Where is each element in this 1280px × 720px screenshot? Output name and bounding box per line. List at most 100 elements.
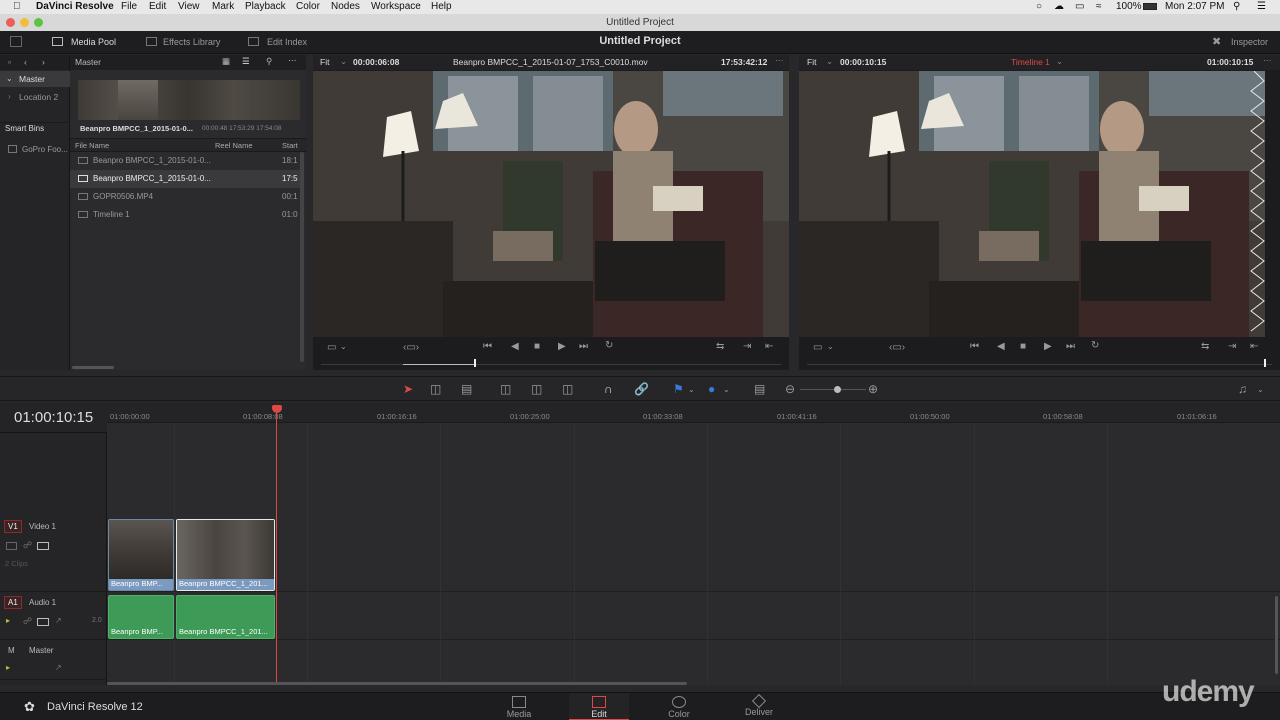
video-track-toggle-icon[interactable]	[6, 542, 17, 550]
mark-out-icon[interactable]: ⇤	[765, 341, 773, 352]
media-pool-row-selected[interactable]: Beanpro BMPCC_1_2015-01-0... 17:5	[70, 170, 302, 188]
video-track-lane[interactable]	[107, 518, 1280, 592]
stop-icon[interactable]: ■	[534, 341, 540, 352]
timeline-vertical-scrollbar[interactable]	[1275, 596, 1278, 674]
chevron-down-icon[interactable]: ⌄	[826, 56, 833, 67]
play-icon[interactable]: ▶	[1044, 341, 1052, 352]
source-zoom-fit[interactable]: Fit	[320, 57, 329, 67]
selection-tool-icon[interactable]: ➤	[403, 382, 413, 396]
timeline-playhead-line[interactable]	[276, 411, 277, 685]
menu-color[interactable]: Color	[296, 1, 320, 12]
chevron-down-icon[interactable]: ⌄	[1056, 56, 1063, 67]
battery-percent[interactable]: 100%	[1116, 1, 1142, 12]
play-reverse-icon[interactable]: ◀	[997, 341, 1005, 352]
chevron-down-icon[interactable]: ⌄	[688, 385, 695, 394]
audio-meter-icon[interactable]: ♫	[1238, 382, 1247, 396]
lock-icon[interactable]: ☍	[23, 540, 32, 551]
go-to-first-frame-icon[interactable]: ⏮	[970, 341, 979, 352]
clip-preview-filmstrip[interactable]	[78, 80, 300, 120]
speaker-icon[interactable]: ▸	[6, 663, 10, 672]
disclosure-icon[interactable]: ⌄	[6, 74, 13, 83]
audio-clip[interactable]: Beanpro BMPCC_1_201...	[176, 595, 275, 639]
zoom-out-icon[interactable]: ⊖	[785, 382, 795, 396]
more-options-icon[interactable]: ⋯	[1263, 55, 1272, 66]
source-playhead[interactable]	[474, 359, 476, 367]
auto-select-icon[interactable]	[37, 542, 49, 550]
replace-clip-icon[interactable]: ◫	[562, 382, 573, 396]
page-color[interactable]: Color	[649, 693, 709, 720]
page-edit-active[interactable]: Edit	[569, 693, 629, 720]
bin-location[interactable]: › Location 2	[0, 89, 70, 105]
chevron-down-icon[interactable]: ⌄	[723, 385, 730, 394]
track-tag-v1[interactable]: V1	[4, 520, 22, 533]
effects-library-tab[interactable]: Effects Library	[163, 37, 220, 47]
video-clip[interactable]: Beanpro BMP...	[108, 519, 174, 591]
inspector-tab[interactable]: Inspector	[1231, 37, 1268, 47]
timeline-zoom-fit[interactable]: Fit	[807, 57, 816, 67]
edit-index-icon[interactable]	[248, 37, 259, 46]
horizontal-scrollbar[interactable]	[72, 366, 114, 369]
trim-tool-icon[interactable]: ◫	[430, 382, 441, 396]
search-icon[interactable]: ⚲	[266, 56, 272, 67]
inspector-icon[interactable]: ✖	[1212, 35, 1221, 48]
timeline-view-options-icon[interactable]: ▤	[754, 382, 765, 396]
battery-icon[interactable]	[1143, 3, 1157, 10]
audio-track-lane[interactable]	[107, 594, 1280, 640]
timeline-current-timecode[interactable]: 01:00:10:15	[14, 409, 93, 426]
menu-mark[interactable]: Mark	[212, 1, 234, 12]
timeline-horizontal-scrollbar[interactable]	[107, 682, 687, 685]
stop-icon[interactable]: ■	[1020, 341, 1026, 352]
waveform-icon[interactable]: ↗	[55, 616, 62, 625]
video-clip-selected[interactable]: Beanpro BMPCC_1_201...	[176, 519, 275, 591]
menu-nodes[interactable]: Nodes	[331, 1, 360, 12]
page-media[interactable]: Media	[489, 693, 549, 720]
apple-icon[interactable]: 	[13, 1, 21, 12]
menu-edit[interactable]: Edit	[149, 1, 166, 12]
menu-help[interactable]: Help	[431, 1, 452, 12]
list-view-icon[interactable]: ☰	[242, 56, 250, 67]
source-video-frame[interactable]	[313, 71, 789, 337]
disclosure-icon[interactable]: ›	[8, 92, 11, 101]
play-icon[interactable]: ▶	[558, 341, 566, 352]
speaker-icon[interactable]: ▸	[6, 616, 10, 625]
panel-toggle-icon[interactable]	[10, 36, 22, 47]
page-deliver[interactable]: Deliver	[729, 693, 789, 720]
timeline-video-frame[interactable]	[799, 71, 1280, 337]
smart-bin-gopro[interactable]: GoPro Foo...	[0, 142, 70, 158]
match-frame-icon[interactable]: ⇆	[716, 341, 724, 352]
jog-icon[interactable]: ‹▭›	[403, 342, 419, 353]
go-to-first-frame-icon[interactable]: ⏮	[483, 341, 492, 352]
zoom-in-icon[interactable]: ⊕	[868, 382, 878, 396]
source-scrub-bar[interactable]	[321, 364, 781, 365]
edit-index-tab[interactable]: Edit Index	[267, 37, 307, 47]
timeline-name-selector[interactable]: Timeline 1	[1011, 57, 1050, 67]
airplay-icon[interactable]: ▭	[1075, 1, 1084, 12]
chevron-down-icon[interactable]: ⌄	[340, 342, 347, 351]
more-options-icon[interactable]: ⋯	[288, 55, 297, 66]
media-pool-row[interactable]: GOPR0506.MP4 00:1	[70, 188, 302, 206]
search-icon[interactable]: ⚲	[1233, 1, 1240, 12]
column-file-name[interactable]: File Name	[75, 141, 109, 150]
blade-tool-icon[interactable]: ▤	[461, 382, 472, 396]
chevron-down-icon[interactable]: ⌄	[827, 342, 834, 351]
jog-icon[interactable]: ‹▭›	[889, 342, 905, 353]
column-reel-name[interactable]: Reel Name	[215, 141, 253, 150]
menu-playback[interactable]: Playback	[245, 1, 286, 12]
mark-in-icon[interactable]: ⇥	[1228, 341, 1236, 352]
zoom-slider-track[interactable]	[800, 389, 866, 390]
notification-center-icon[interactable]: ☰	[1257, 1, 1266, 12]
timeline-area[interactable]: 01:00:00:00 01:00:08:08 01:00:16:16 01:0…	[107, 403, 1280, 685]
back-arrow-icon[interactable]: ‹	[24, 57, 27, 67]
snapping-icon[interactable]: ∩	[604, 382, 613, 396]
insert-clip-icon[interactable]: ◫	[500, 382, 511, 396]
wifi-icon[interactable]: ≈	[1096, 1, 1102, 12]
effects-library-icon[interactable]	[146, 37, 157, 46]
column-start[interactable]: Start	[282, 141, 298, 150]
viewer-options-icon[interactable]: ▭	[813, 342, 822, 353]
menu-clock[interactable]: Mon 2:07 PM	[1165, 1, 1224, 12]
link-icon[interactable]: 🔗	[634, 382, 649, 396]
marker-icon[interactable]: ●	[708, 382, 715, 396]
media-pool-row[interactable]: Beanpro BMPCC_1_2015-01-0... 18:1	[70, 152, 302, 170]
bin-master[interactable]: ⌄ Master	[0, 71, 70, 87]
overwrite-clip-icon[interactable]: ◫	[531, 382, 542, 396]
